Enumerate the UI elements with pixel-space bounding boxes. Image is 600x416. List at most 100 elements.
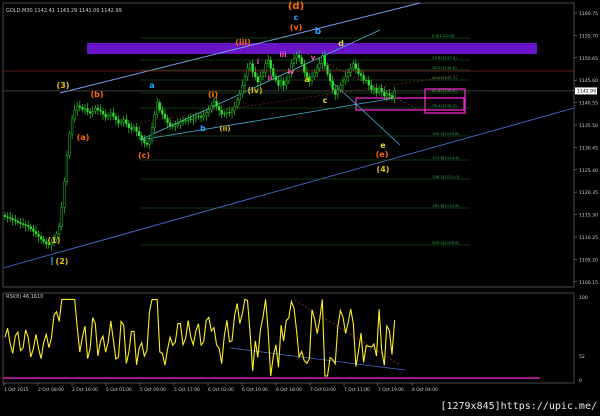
fib-level-label: 100.0(1129.8) xyxy=(432,131,460,136)
candle-body xyxy=(153,113,156,128)
candle-body xyxy=(86,108,89,112)
price-axis-label: 1160.75 xyxy=(579,11,598,17)
wave-label: c xyxy=(294,13,299,22)
candle-body xyxy=(65,155,69,182)
wave-label: (v) xyxy=(290,23,303,32)
candle-body xyxy=(367,79,370,86)
candle-body xyxy=(218,106,221,111)
rsi-header: RSI(8) 46.1610 xyxy=(6,294,43,300)
candle-body xyxy=(349,67,352,73)
candle-body xyxy=(228,112,231,114)
wave-label: (c) xyxy=(138,151,150,160)
price-axis-label: 1100.15 xyxy=(579,280,598,286)
candle-body xyxy=(63,181,66,208)
wave-label: b xyxy=(315,27,322,37)
time-axis-label: 2 Oct 08:00 xyxy=(38,387,64,393)
candle-body xyxy=(370,85,373,90)
candle-body xyxy=(76,105,79,111)
candle-body xyxy=(16,220,19,223)
price-axis-label: 1110.25 xyxy=(579,235,598,241)
candle-body xyxy=(143,139,146,144)
candle-body xyxy=(259,76,262,83)
wave-label: c xyxy=(323,96,328,105)
wave-label: (4) xyxy=(377,165,390,174)
candle-body xyxy=(261,72,265,77)
candle-body xyxy=(292,58,296,64)
candle-body xyxy=(323,55,327,66)
wave-label: (iv) xyxy=(247,86,262,95)
candle-body xyxy=(119,121,123,124)
candle-body xyxy=(114,116,118,120)
candle-body xyxy=(205,112,208,116)
candle-body xyxy=(122,119,125,123)
wave-label: iii xyxy=(279,51,286,59)
candle-body xyxy=(197,116,200,118)
candle-body xyxy=(339,85,342,90)
candle-body xyxy=(176,123,179,126)
candle-body xyxy=(375,88,378,93)
candle-body xyxy=(313,72,316,77)
fib-level-label: 138.2(1121.0) xyxy=(432,174,460,179)
candle-body xyxy=(83,108,87,110)
candle-body xyxy=(70,118,74,135)
candle-body xyxy=(383,91,386,97)
candle-body xyxy=(336,89,339,95)
candle-body xyxy=(254,72,257,77)
candle-body xyxy=(156,102,159,115)
candle-body xyxy=(212,101,216,106)
candle-body xyxy=(81,107,84,110)
candle-body xyxy=(150,127,154,141)
candle-body xyxy=(390,95,394,99)
candle-body xyxy=(256,76,259,83)
rsi-scale-label: 100 xyxy=(579,295,588,301)
wave-label: v xyxy=(311,54,316,62)
candle-body xyxy=(60,207,63,227)
price-axis-label: 1145.60 xyxy=(579,78,598,84)
candle-body xyxy=(248,63,252,69)
fib-level-label: 123.6(1124.4) xyxy=(432,155,460,160)
candle-body xyxy=(277,79,280,86)
candle-body xyxy=(282,80,285,86)
candle-body xyxy=(181,120,185,123)
candle-body xyxy=(96,107,99,111)
candle-body xyxy=(112,112,115,117)
time-axis-label: 1 Oct 2015 xyxy=(4,387,29,393)
candle-body xyxy=(37,233,40,237)
price-axis-label: 1150.65 xyxy=(579,56,598,62)
candle-body xyxy=(267,60,270,64)
fib-level-label: 61.8(1138.6) xyxy=(432,88,457,93)
time-axis-label: 6 Oct 10:00 xyxy=(242,387,268,393)
candle-body xyxy=(148,139,151,145)
candle-body xyxy=(365,79,368,81)
candle-body xyxy=(210,105,213,111)
wave-label: i xyxy=(257,58,259,66)
candle-body xyxy=(145,142,148,145)
wave-label: iv xyxy=(288,68,295,76)
candle-body xyxy=(169,122,172,127)
fib-level-label: 200.0(1106.8) xyxy=(432,240,460,245)
candle-body xyxy=(179,121,182,124)
candle-body xyxy=(388,93,391,96)
candle-body xyxy=(215,101,218,107)
wave-label: (d) xyxy=(288,1,304,12)
wave-label: a xyxy=(304,75,309,84)
candle-body xyxy=(68,133,71,156)
candle-body xyxy=(187,118,190,121)
wave-label: (i) xyxy=(208,90,218,99)
candle-body xyxy=(298,54,301,58)
candle-body xyxy=(117,119,120,124)
candle-body xyxy=(334,89,337,95)
candle-body xyxy=(174,124,177,127)
candle-body xyxy=(109,112,112,116)
candle-body xyxy=(199,116,203,118)
candle-body xyxy=(285,80,288,86)
candle-body xyxy=(331,80,334,90)
candle-body xyxy=(135,126,138,132)
wave-label: (1) xyxy=(48,236,61,245)
candle-body xyxy=(220,110,223,115)
candle-body xyxy=(341,80,345,86)
candle-body xyxy=(393,90,396,99)
candle-body xyxy=(107,115,110,118)
candle-body xyxy=(14,219,17,222)
wave-label: (b) xyxy=(90,90,103,99)
